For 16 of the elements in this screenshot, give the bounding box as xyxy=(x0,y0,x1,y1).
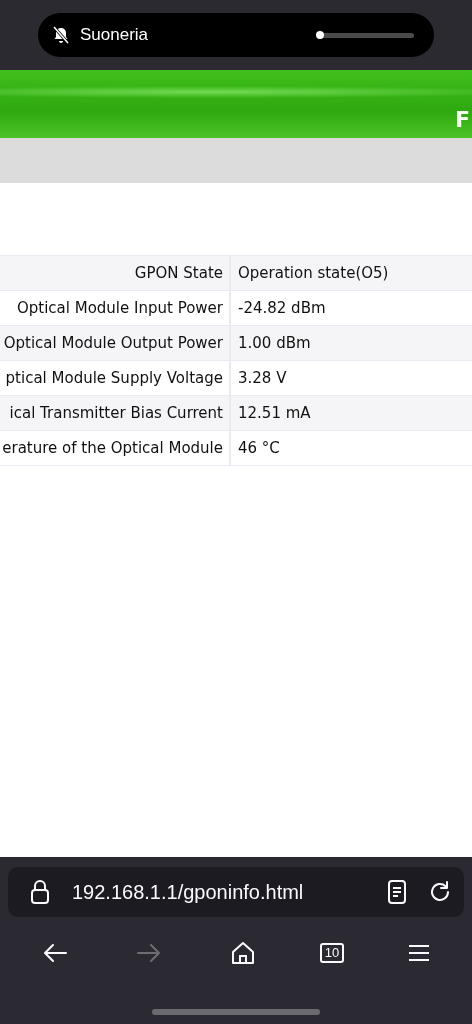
ringer-label: Suoneria xyxy=(80,25,150,45)
table-cell: ical Transmitter Bias Current xyxy=(0,396,231,431)
reader-view-icon[interactable] xyxy=(388,880,406,904)
table-cell: 12.51 mA xyxy=(231,396,472,431)
table-cell: erature of the Optical Module xyxy=(0,431,231,466)
tabs-button[interactable]: 10 xyxy=(319,943,345,963)
address-bar[interactable]: 192.168.1.1/gponinfo.html xyxy=(8,867,464,917)
banner-text: F xyxy=(455,107,472,132)
table-cell: 1.00 dBm xyxy=(231,326,472,361)
table-cell: Operation state(O5) xyxy=(231,256,472,291)
url-text: 192.168.1.1/gponinfo.html xyxy=(72,880,305,904)
table-cell: GPON State xyxy=(0,256,231,291)
lock-icon xyxy=(30,879,50,905)
table-cell: 46 °C xyxy=(231,431,472,466)
reload-icon[interactable] xyxy=(428,880,452,904)
table-cell: Optical Module Output Power xyxy=(0,326,231,361)
